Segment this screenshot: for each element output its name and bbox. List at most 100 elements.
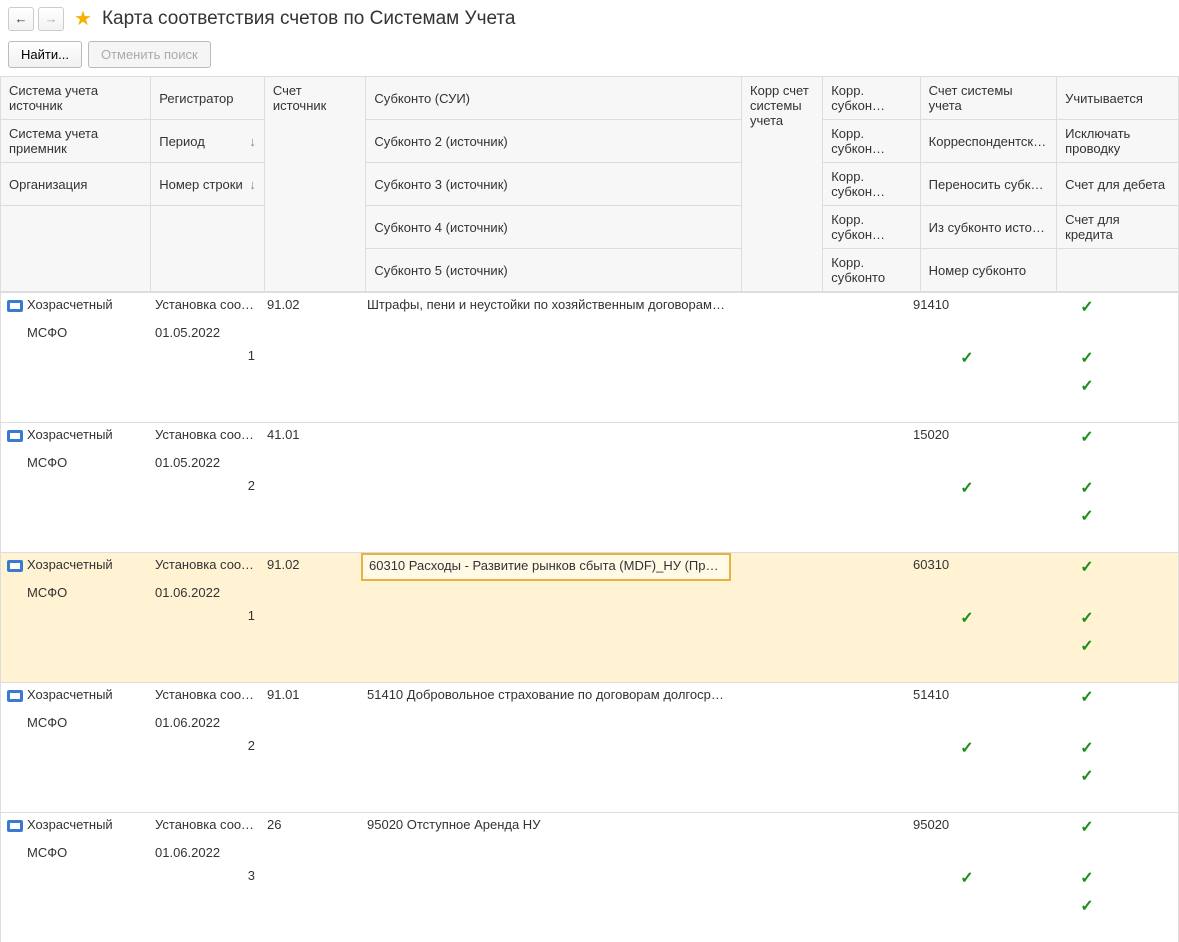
line-no-value: 2 (149, 474, 261, 502)
checkmark-icon: ✓ (1080, 768, 1093, 785)
col-sub-no[interactable]: Номер субконто (920, 249, 1056, 292)
sys-account-value: 60310 (907, 553, 1027, 581)
line-no-value: 1 (149, 604, 261, 632)
src-system-value: Хозрасчетный (27, 687, 113, 702)
col-corr-account[interactable]: Корр счет системы учета (742, 77, 823, 292)
src-system-value: Хозрасчетный (27, 557, 113, 572)
col-corr[interactable]: Корреспондентск… (920, 120, 1056, 163)
sort-arrow-icon: ↓ (249, 134, 256, 149)
src-system-value: Хозрасчетный (27, 297, 113, 312)
src-account-value: 41.01 (261, 423, 361, 451)
sys-account-value: 95020 (907, 813, 1027, 841)
subconto-value: 51410 Добровольное страхование по догово… (361, 683, 731, 711)
src-system-value: Хозрасчетный (27, 817, 113, 832)
sys-account-value: 15020 (907, 423, 1027, 451)
col-src-system[interactable]: Система учета источник (1, 77, 151, 120)
col-debit[interactable]: Счет для дебета (1057, 163, 1179, 206)
col-registrar[interactable]: Регистратор (151, 77, 265, 120)
checkmark-icon: ✓ (1080, 299, 1093, 316)
dst-system-value: МСФО (1, 581, 149, 604)
table-row[interactable]: Хозрасчетный Установка соот…2695020 Отсту… (1, 812, 1178, 942)
col-empty (151, 206, 265, 292)
col-dst-system[interactable]: Система учета приемник (1, 120, 151, 163)
checkmark-icon: ✓ (960, 350, 973, 367)
period-value: 01.05.2022 (149, 321, 261, 344)
src-system-value: Хозрасчетный (27, 427, 113, 442)
table-row[interactable]: ХозрасчетныйУстановка соот…91.02Штрафы, … (1, 292, 1178, 422)
dst-system-value: МСФО (1, 841, 149, 864)
checkmark-icon: ✓ (1080, 559, 1093, 576)
subconto-value[interactable]: 60310 Расходы - Развитие рынков сбыта (М… (361, 553, 731, 581)
checkmark-icon: ✓ (1080, 870, 1093, 887)
col-transfer-sub[interactable]: Переносить субк… (920, 163, 1056, 206)
subconto-value: Штрафы, пени и неустойки по хозяйственны… (361, 293, 731, 321)
period-value: 01.06.2022 (149, 711, 261, 734)
forward-button[interactable]: → (38, 7, 64, 31)
checkmark-icon: ✓ (960, 870, 973, 887)
checkmark-icon: ✓ (1080, 378, 1093, 395)
period-value: 01.05.2022 (149, 451, 261, 474)
page-title: Карта соответствия счетов по Системам Уч… (102, 8, 516, 30)
document-icon (7, 430, 23, 442)
registrar-value: Установка соот… (149, 813, 261, 841)
col-sys-account[interactable]: Счет системы учета (920, 77, 1056, 120)
checkmark-icon: ✓ (1080, 819, 1093, 836)
col-period[interactable]: Период↓ (151, 120, 265, 163)
line-no-value: 2 (149, 734, 261, 762)
document-icon (7, 690, 23, 702)
src-account-value: 91.01 (261, 683, 361, 711)
col-corr-sub3[interactable]: Корр. субкон… (823, 163, 920, 206)
col-counted[interactable]: Учитывается (1057, 77, 1179, 120)
star-icon: ★ (74, 6, 92, 31)
dst-system-value: МСФО (1, 321, 149, 344)
col-org[interactable]: Организация (1, 163, 151, 206)
src-account-value: 91.02 (261, 553, 361, 581)
col-credit[interactable]: Счет для кредита (1057, 206, 1179, 249)
col-from-sub[interactable]: Из субконто исто… (920, 206, 1056, 249)
col-sub5[interactable]: Субконто 5 (источник) (366, 249, 742, 292)
back-button[interactable]: ← (8, 7, 34, 31)
checkmark-icon: ✓ (960, 480, 973, 497)
col-empty (1, 206, 151, 292)
checkmark-icon: ✓ (1080, 898, 1093, 915)
col-line-no[interactable]: Номер строки↓ (151, 163, 265, 206)
sys-account-value: 91410 (907, 293, 1027, 321)
col-exclude[interactable]: Исключать проводку (1057, 120, 1179, 163)
line-no-value: 1 (149, 344, 261, 372)
document-icon (7, 560, 23, 572)
col-sub3[interactable]: Субконто 3 (источник) (366, 163, 742, 206)
period-value: 01.06.2022 (149, 581, 261, 604)
col-empty (1057, 249, 1179, 292)
table-row[interactable]: Хозрасчетный Установка соот…91.0260310 Ра… (1, 552, 1178, 682)
col-sub4[interactable]: Субконто 4 (источник) (366, 206, 742, 249)
header-table: Система учета источник Регистратор Счет … (0, 76, 1179, 292)
period-value: 01.06.2022 (149, 841, 261, 864)
find-button[interactable]: Найти... (8, 41, 82, 68)
checkmark-icon: ✓ (1080, 429, 1093, 446)
col-subconto[interactable]: Субконто (СУИ) (366, 77, 742, 120)
sys-account-value: 51410 (907, 683, 1027, 711)
subconto-value: 95020 Отступное Аренда НУ (361, 813, 731, 841)
dst-system-value: МСФО (1, 451, 149, 474)
cancel-search-button[interactable]: Отменить поиск (88, 41, 211, 68)
line-no-value: 3 (149, 864, 261, 892)
col-corr-sub5[interactable]: Корр. субконто (823, 249, 920, 292)
checkmark-icon: ✓ (1080, 610, 1093, 627)
dst-system-value: МСФО (1, 711, 149, 734)
col-sub2[interactable]: Субконто 2 (источник) (366, 120, 742, 163)
subconto-value (361, 423, 731, 451)
registrar-value: Установка соот… (149, 553, 261, 581)
col-corr-sub2[interactable]: Корр. субкон… (823, 120, 920, 163)
checkmark-icon: ✓ (1080, 638, 1093, 655)
table-row[interactable]: ХозрасчетныйУстановка соот…41.0115020✓МС… (1, 422, 1178, 552)
checkmark-icon: ✓ (1080, 689, 1093, 706)
table-row[interactable]: Хозрасчетный Установка соот…91.0151410 До… (1, 682, 1178, 812)
registrar-value: Установка соот… (149, 683, 261, 711)
sort-arrow-icon: ↓ (249, 177, 256, 192)
col-corr-sub1[interactable]: Корр. субкон… (823, 77, 920, 120)
col-src-account[interactable]: Счет источник (264, 77, 366, 292)
src-account-value: 26 (261, 813, 361, 841)
checkmark-icon: ✓ (960, 740, 973, 757)
checkmark-icon: ✓ (1080, 740, 1093, 757)
col-corr-sub4[interactable]: Корр. субкон… (823, 206, 920, 249)
